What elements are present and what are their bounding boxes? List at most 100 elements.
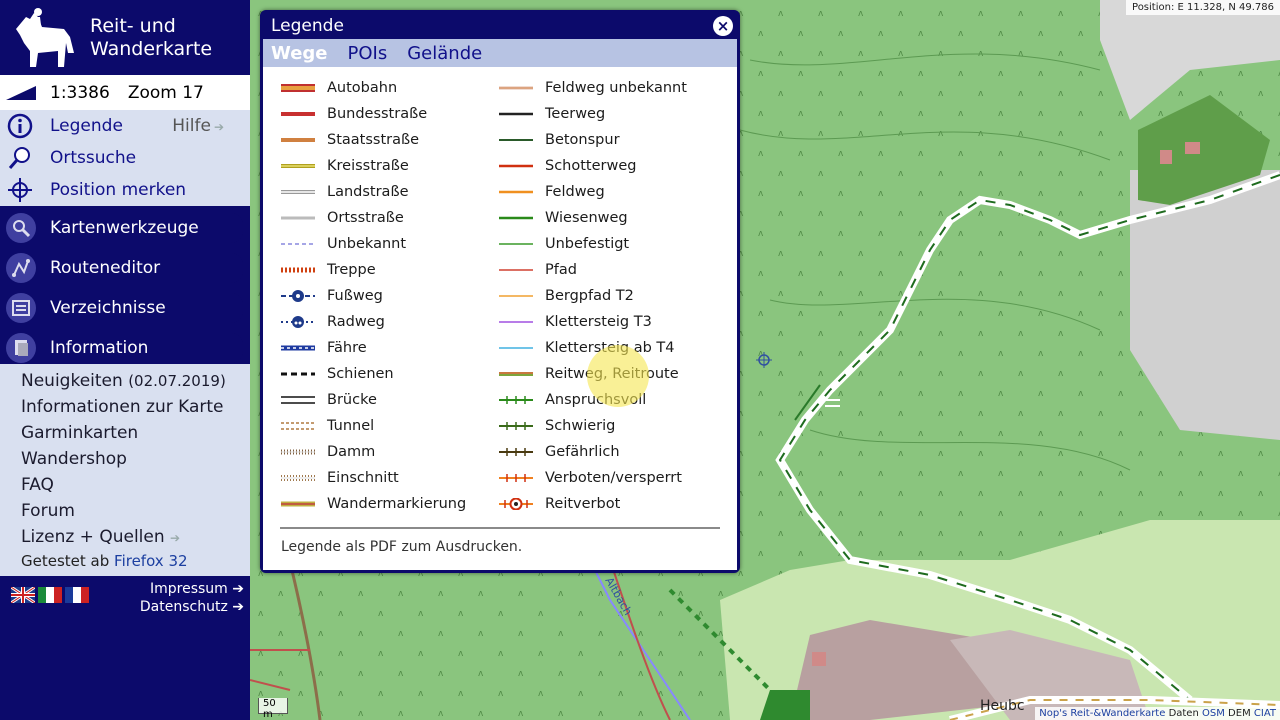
menu-item-legend[interactable]: Legende Hilfe ➔ <box>0 110 250 142</box>
info-item-forum[interactable]: Forum <box>21 498 250 524</box>
position-readout: Position: E 11.328, N 49.786 <box>1126 0 1280 15</box>
impressum-label: Impressum <box>149 581 228 597</box>
info-list: Neuigkeiten (02.07.2019) Informationen z… <box>0 364 250 576</box>
pages-icon <box>6 333 36 363</box>
legend-label: Verboten/versperrt <box>545 470 682 486</box>
impressum-link[interactable]: Impressum ➔ <box>140 580 244 598</box>
list-icon <box>6 293 36 323</box>
legend-label: Treppe <box>327 262 376 278</box>
legend-swatch-orts <box>281 212 315 224</box>
main-menu-panel: 1:3386 Zoom 17 Legende Hilfe ➔ Ortssuche … <box>0 75 250 206</box>
legend-label: Tunnel <box>327 418 375 434</box>
info-item-license[interactable]: Lizenz + Quellen ➔ <box>21 524 250 550</box>
arrow-right-icon: ➔ <box>170 531 181 545</box>
uk-flag-icon[interactable] <box>11 587 35 603</box>
sidebar: Reit- und Wanderkarte 1:3386 Zoom 17 Leg… <box>0 0 250 720</box>
help-label: Hilfe <box>172 116 211 136</box>
legend-row: Reitverbot <box>499 491 687 517</box>
section-route[interactable]: Routeneditor <box>0 253 243 283</box>
scale-ratio: 1:3386 <box>50 82 110 103</box>
legend-row: Unbekannt <box>281 231 466 257</box>
attribution-osm[interactable]: OSM <box>1202 708 1225 719</box>
legend-swatch-schienen <box>281 368 315 380</box>
help-link[interactable]: Hilfe ➔ <box>172 116 224 136</box>
legend-row: Schotterweg <box>499 153 687 179</box>
legend-swatch-land <box>281 186 315 198</box>
legend-swatch-treppe <box>281 264 315 276</box>
legend-swatch-bruecke <box>281 394 315 406</box>
legend-column-right: Feldweg unbekannt Teerweg Betonspur Schotte… <box>499 75 687 517</box>
legend-row: Tunnel <box>281 413 466 439</box>
attribution-ciat[interactable]: CIAT <box>1254 708 1276 719</box>
tab-gelaende[interactable]: Gelände <box>407 43 482 64</box>
france-flag-icon[interactable] <box>65 587 89 603</box>
legend-swatch-tunnel <box>281 420 315 432</box>
firefox-link[interactable]: Firefox 32 <box>114 552 188 570</box>
legend-swatch-damm <box>281 446 315 458</box>
legend-label: Wandermarkierung <box>327 496 467 512</box>
tab-wege[interactable]: Wege <box>271 43 328 64</box>
legend-footer-suffix: zum Ausdrucken. <box>401 539 523 555</box>
italy-flag-icon[interactable] <box>38 587 62 603</box>
legend-swatch-schw <box>499 420 533 432</box>
section-tools[interactable]: Kartenwerkzeuge <box>0 213 243 243</box>
datenschutz-link[interactable]: Datenschutz ➔ <box>140 598 244 616</box>
legend-body: Autobahn Bundesstraße Staatsstraße Kreisstr… <box>263 67 737 570</box>
cursor-highlight <box>587 345 649 407</box>
info-item-faq[interactable]: FAQ <box>21 472 250 498</box>
app-title-line2: Wanderkarte <box>90 37 213 60</box>
attribution-title[interactable]: Nop's Reit-&Wanderkarte <box>1039 708 1165 719</box>
legend-label: Bergpfad T2 <box>545 288 634 304</box>
legend-row: Bundesstraße <box>281 101 466 127</box>
legend-label: Feldweg unbekannt <box>545 80 687 96</box>
legend-label: Staatsstraße <box>327 132 420 148</box>
legend-row: Schienen <box>281 361 466 387</box>
arrow-right-icon: ➔ <box>213 120 224 134</box>
info-item-shop[interactable]: Wandershop <box>21 446 250 472</box>
scale-row: 1:3386 Zoom 17 <box>0 75 250 110</box>
info-item-news[interactable]: Neuigkeiten (02.07.2019) <box>21 368 250 394</box>
legend-pdf-link[interactable]: Legende als PDF <box>281 539 397 555</box>
info-item-garmin[interactable]: Garminkarten <box>21 420 250 446</box>
legend-title: Legende <box>271 16 344 36</box>
app-title: Reit- und Wanderkarte <box>90 15 212 61</box>
zoom-level: Zoom 17 <box>127 82 204 103</box>
scale-bar: 50 m <box>258 698 288 720</box>
legend-label: Teerweg <box>545 106 606 122</box>
attribution-data: Daten <box>1168 708 1199 719</box>
legend-row: Pfad <box>499 257 687 283</box>
legend-swatch-wiesen <box>499 212 533 224</box>
logo-area[interactable]: Reit- und Wanderkarte <box>0 0 250 75</box>
menu-item-legend-label: Legende <box>50 116 123 136</box>
wrench-icon <box>6 213 36 243</box>
menu-item-position[interactable]: Position merken <box>0 174 250 206</box>
tab-pois[interactable]: POIs <box>348 43 388 64</box>
route-icon <box>6 253 36 283</box>
legend-column-left: Autobahn Bundesstraße Staatsstraße Kreisstr… <box>281 75 466 517</box>
section-tools-label: Kartenwerkzeuge <box>50 218 199 238</box>
menu-item-search[interactable]: Ortssuche <box>0 142 250 174</box>
legend-row: Damm <box>281 439 466 465</box>
legend-label: Damm <box>327 444 376 460</box>
legend-row: Kreisstraße <box>281 153 466 179</box>
legend-row: Brücke <box>281 387 466 413</box>
legend-row: Staatsstraße <box>281 127 466 153</box>
menu-item-search-label: Ortssuche <box>50 148 137 168</box>
info-item-map-info[interactable]: Informationen zur Karte <box>21 394 250 420</box>
close-icon[interactable]: × <box>713 16 733 36</box>
legend-label: Gefährlich <box>545 444 620 460</box>
news-label: Neuigkeiten <box>21 371 123 391</box>
magnifier-icon <box>6 145 34 171</box>
legend-swatch-unbef <box>499 238 533 250</box>
legend-label: Betonspur <box>545 132 620 148</box>
legend-row: Ortsstraße <box>281 205 466 231</box>
legend-footer: Legende als PDF zum Ausdrucken. <box>281 539 522 555</box>
legend-swatch-teer <box>499 108 533 120</box>
legend-swatch-beton <box>499 134 533 146</box>
footer-links: Impressum ➔ Datenschutz ➔ <box>140 580 244 616</box>
legend-row: Schwierig <box>499 413 687 439</box>
legend-label: Reitverbot <box>545 496 621 512</box>
legend-label: Schienen <box>327 366 394 382</box>
section-info[interactable]: Information <box>0 333 243 363</box>
section-dirs[interactable]: Verzeichnisse <box>0 293 243 323</box>
